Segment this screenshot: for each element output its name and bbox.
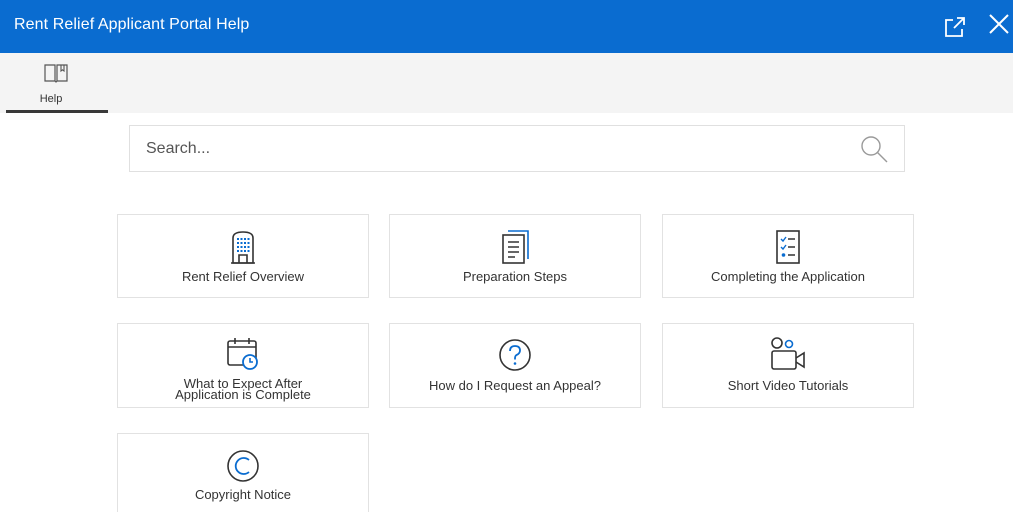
building-icon bbox=[231, 231, 255, 264]
tab-help-label: Help bbox=[39, 93, 63, 105]
window-title: Rent Relief Applicant Portal Help bbox=[14, 16, 250, 33]
card-rent-relief-overview[interactable]: Rent Relief Overview bbox=[117, 214, 369, 298]
checklist-icon bbox=[776, 230, 800, 264]
card-label: What to Expect After Application is Comp… bbox=[118, 377, 368, 402]
card-label: Preparation Steps bbox=[462, 269, 568, 284]
search-icon[interactable] bbox=[859, 134, 889, 164]
close-button[interactable] bbox=[985, 10, 1013, 40]
search-input[interactable] bbox=[146, 137, 826, 161]
external-link-icon bbox=[945, 17, 965, 37]
card-label: How do I Request an Appeal? bbox=[428, 378, 601, 393]
title-bar: Rent Relief Applicant Portal Help bbox=[0, 0, 1013, 53]
card-what-to-expect[interactable]: What to Expect After Application is Comp… bbox=[117, 323, 369, 408]
card-request-appeal[interactable]: How do I Request an Appeal? bbox=[389, 323, 641, 408]
book-icon bbox=[44, 64, 68, 83]
card-label: Completing the Application bbox=[711, 269, 865, 284]
tab-bar: Help bbox=[0, 53, 1013, 113]
close-icon bbox=[989, 14, 1009, 34]
question-icon bbox=[499, 339, 531, 371]
video-camera-icon bbox=[771, 337, 805, 370]
search-box bbox=[129, 125, 905, 172]
card-label: Copyright Notice bbox=[194, 487, 292, 502]
calendar-clock-icon bbox=[227, 338, 258, 370]
card-video-tutorials[interactable]: Short Video Tutorials bbox=[662, 323, 914, 408]
card-label: Rent Relief Overview bbox=[181, 269, 305, 284]
card-label: Short Video Tutorials bbox=[727, 378, 849, 393]
tab-help[interactable]: Help bbox=[6, 53, 108, 113]
card-copyright-notice[interactable]: Copyright Notice bbox=[117, 433, 369, 512]
card-preparation-steps[interactable]: Preparation Steps bbox=[389, 214, 641, 298]
document-icon bbox=[502, 230, 529, 264]
card-completing-application[interactable]: Completing the Application bbox=[662, 214, 914, 298]
copyright-icon bbox=[227, 450, 259, 482]
popout-button[interactable] bbox=[942, 14, 968, 40]
card-label-line: Application is Complete bbox=[175, 387, 311, 402]
